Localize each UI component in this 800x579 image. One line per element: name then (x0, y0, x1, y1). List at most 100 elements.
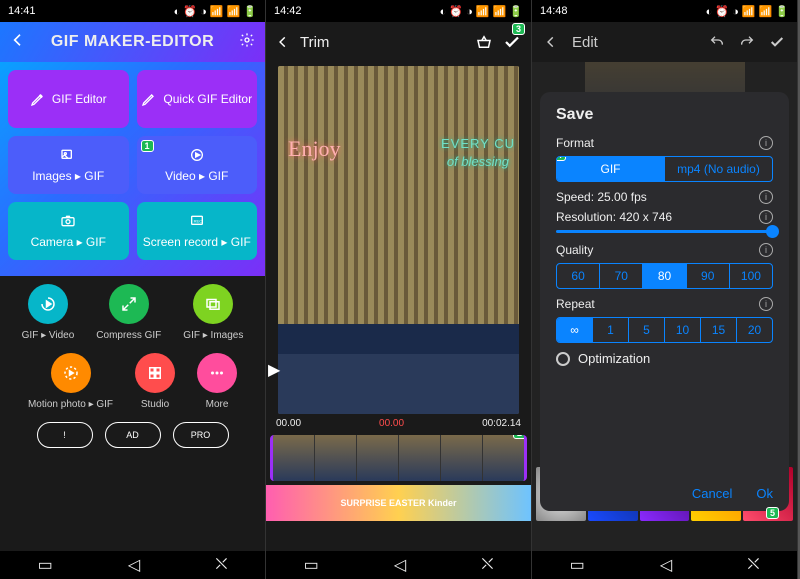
settings-icon[interactable] (239, 32, 255, 53)
repeat-5[interactable]: 5 (629, 318, 665, 342)
pro-pill[interactable]: PRO (173, 422, 229, 448)
gif-video-label: GIF ▸ Video (22, 330, 75, 341)
status-icons: ◐ ⏰ ◑ 📶 📶 🔋 (174, 5, 257, 18)
status-icons: ◐ ⏰ ◑ 📶 📶 🔋 (440, 5, 523, 18)
optimization-label: Optimization (578, 351, 650, 366)
info-pill[interactable]: ! (37, 422, 93, 448)
gif-to-images-button[interactable]: GIF ▸ Images (183, 284, 243, 341)
back-icon[interactable] (10, 32, 26, 53)
undo-icon[interactable] (709, 34, 725, 50)
speed-value: : 25.00 fps (591, 190, 647, 204)
badge-5: 5 (766, 507, 779, 519)
quality-70[interactable]: 70 (600, 264, 643, 288)
motion-label: Motion photo ▸ GIF (28, 399, 113, 410)
repeat-10[interactable]: 10 (665, 318, 701, 342)
ad-text: SURPRISE EASTER Kinder (340, 498, 456, 508)
badge-4: 4 (556, 156, 566, 161)
video-gif-label: Video ▸ GIF (165, 169, 228, 183)
main-grid: GIF Editor Quick GIF Editor Images ▸ GIF… (0, 62, 265, 276)
basket-icon[interactable] (475, 33, 493, 51)
repeat-20[interactable]: 20 (737, 318, 772, 342)
svg-text:REC: REC (193, 218, 202, 223)
cancel-button[interactable]: Cancel (692, 486, 732, 501)
info-icon[interactable]: i (759, 190, 773, 204)
quick-gif-editor-button[interactable]: Quick GIF Editor (137, 70, 258, 128)
camera-gif-label: Camera ▸ GIF (31, 235, 106, 249)
info-icon[interactable]: i (759, 136, 773, 150)
frame-strip[interactable]: 2 (270, 435, 527, 481)
bottom-pills: ! AD PRO (0, 414, 265, 456)
nav-recent-icon[interactable]: ▭ (570, 555, 585, 575)
repeat-15[interactable]: 15 (701, 318, 737, 342)
motion-photo-button[interactable]: Motion photo ▸ GIF (28, 353, 113, 410)
quality-100[interactable]: 100 (730, 264, 772, 288)
studio-button[interactable]: Studio (135, 353, 175, 410)
nav-home-icon[interactable]: ◁ (660, 555, 672, 575)
optimization-toggle[interactable]: Optimization (556, 351, 773, 366)
info-icon[interactable]: i (759, 210, 773, 224)
play-icon[interactable]: ▶ (268, 360, 280, 380)
edit-header: Edit (532, 22, 797, 62)
quality-60[interactable]: 60 (557, 264, 600, 288)
resolution-label: Resolution (556, 210, 613, 224)
images-to-gif-button[interactable]: Images ▸ GIF (8, 136, 129, 194)
screen-trim: 14:42 ◐ ⏰ ◑ 📶 📶 🔋 Trim 3 Enjoy EVERY CU … (266, 0, 532, 579)
status-time: 14:42 (274, 5, 302, 17)
quality-label: Quality (556, 243, 593, 257)
ok-button[interactable]: Ok (756, 486, 773, 501)
info-icon[interactable]: i (759, 297, 773, 311)
info-icon[interactable]: i (759, 243, 773, 257)
video-preview[interactable]: Enjoy EVERY CU of blessing (278, 66, 519, 414)
nav-recent-icon[interactable]: ▭ (38, 555, 53, 575)
trim-header: Trim 3 (266, 22, 531, 62)
nav-bar: ▭ ◁ ⛌ (0, 551, 265, 579)
nav-home-icon[interactable]: ◁ (128, 555, 140, 575)
confirm-icon[interactable] (769, 34, 785, 50)
speed-label: Speed (556, 190, 591, 204)
resolution-slider[interactable] (556, 230, 773, 233)
nav-bar: ▭ ◁ ⛌ (532, 551, 797, 579)
compress-label: Compress GIF (96, 330, 161, 341)
camera-to-gif-button[interactable]: Camera ▸ GIF (8, 202, 129, 260)
save-modal: Save Formati 4 GIF mp4 (No audio) Speed:… (540, 92, 789, 511)
back-icon[interactable] (276, 35, 290, 49)
gif-editor-button[interactable]: GIF Editor (8, 70, 129, 128)
quality-80[interactable]: 80 (643, 264, 686, 288)
quick-gif-label: Quick GIF Editor (163, 92, 252, 106)
time-start: 00.00 (276, 418, 301, 429)
nav-home-icon[interactable]: ◁ (394, 555, 406, 575)
nav-back-icon[interactable]: ⛌ (481, 556, 493, 574)
gif-editor-label: GIF Editor (52, 92, 107, 106)
compress-gif-button[interactable]: Compress GIF (96, 284, 161, 341)
repeat-inf[interactable]: ∞ (557, 318, 593, 342)
ad-banner[interactable]: SURPRISE EASTER Kinder (266, 485, 531, 521)
back-icon[interactable] (544, 35, 558, 49)
app-title: GIF MAKER-EDITOR (26, 33, 239, 51)
more-button[interactable]: More (197, 353, 237, 410)
gif-to-video-button[interactable]: GIF ▸ Video (22, 284, 75, 341)
radio-icon (556, 352, 570, 366)
status-time: 14:41 (8, 5, 36, 17)
confirm-icon[interactable]: 3 (503, 33, 521, 51)
nav-back-icon[interactable]: ⛌ (747, 556, 759, 574)
tool-row-2: Motion photo ▸ GIF Studio More (0, 345, 265, 414)
time-end: 00:02.14 (482, 418, 521, 429)
neon-text-3: of blessing (447, 154, 509, 169)
redo-icon[interactable] (739, 34, 755, 50)
gif-images-label: GIF ▸ Images (183, 330, 243, 341)
format-gif-option[interactable]: GIF (557, 157, 665, 181)
badge-2: 2 (513, 435, 526, 439)
video-to-gif-button[interactable]: 1 Video ▸ GIF (137, 136, 258, 194)
quality-90[interactable]: 90 (687, 264, 730, 288)
status-icons: ◐ ⏰ ◑ 📶 📶 🔋 (706, 5, 789, 18)
format-mp4-option[interactable]: mp4 (No audio) (665, 157, 772, 181)
screen-record-gif-button[interactable]: REC Screen record ▸ GIF (137, 202, 258, 260)
resolution-value: : 420 x 746 (613, 210, 672, 224)
nav-recent-icon[interactable]: ▭ (304, 555, 319, 575)
repeat-1[interactable]: 1 (593, 318, 629, 342)
badge-1: 1 (141, 140, 154, 152)
ad-pill[interactable]: AD (105, 422, 161, 448)
repeat-segment: ∞ 1 5 10 15 20 (556, 317, 773, 343)
nav-back-icon[interactable]: ⛌ (215, 556, 227, 574)
format-label: Format (556, 136, 594, 150)
